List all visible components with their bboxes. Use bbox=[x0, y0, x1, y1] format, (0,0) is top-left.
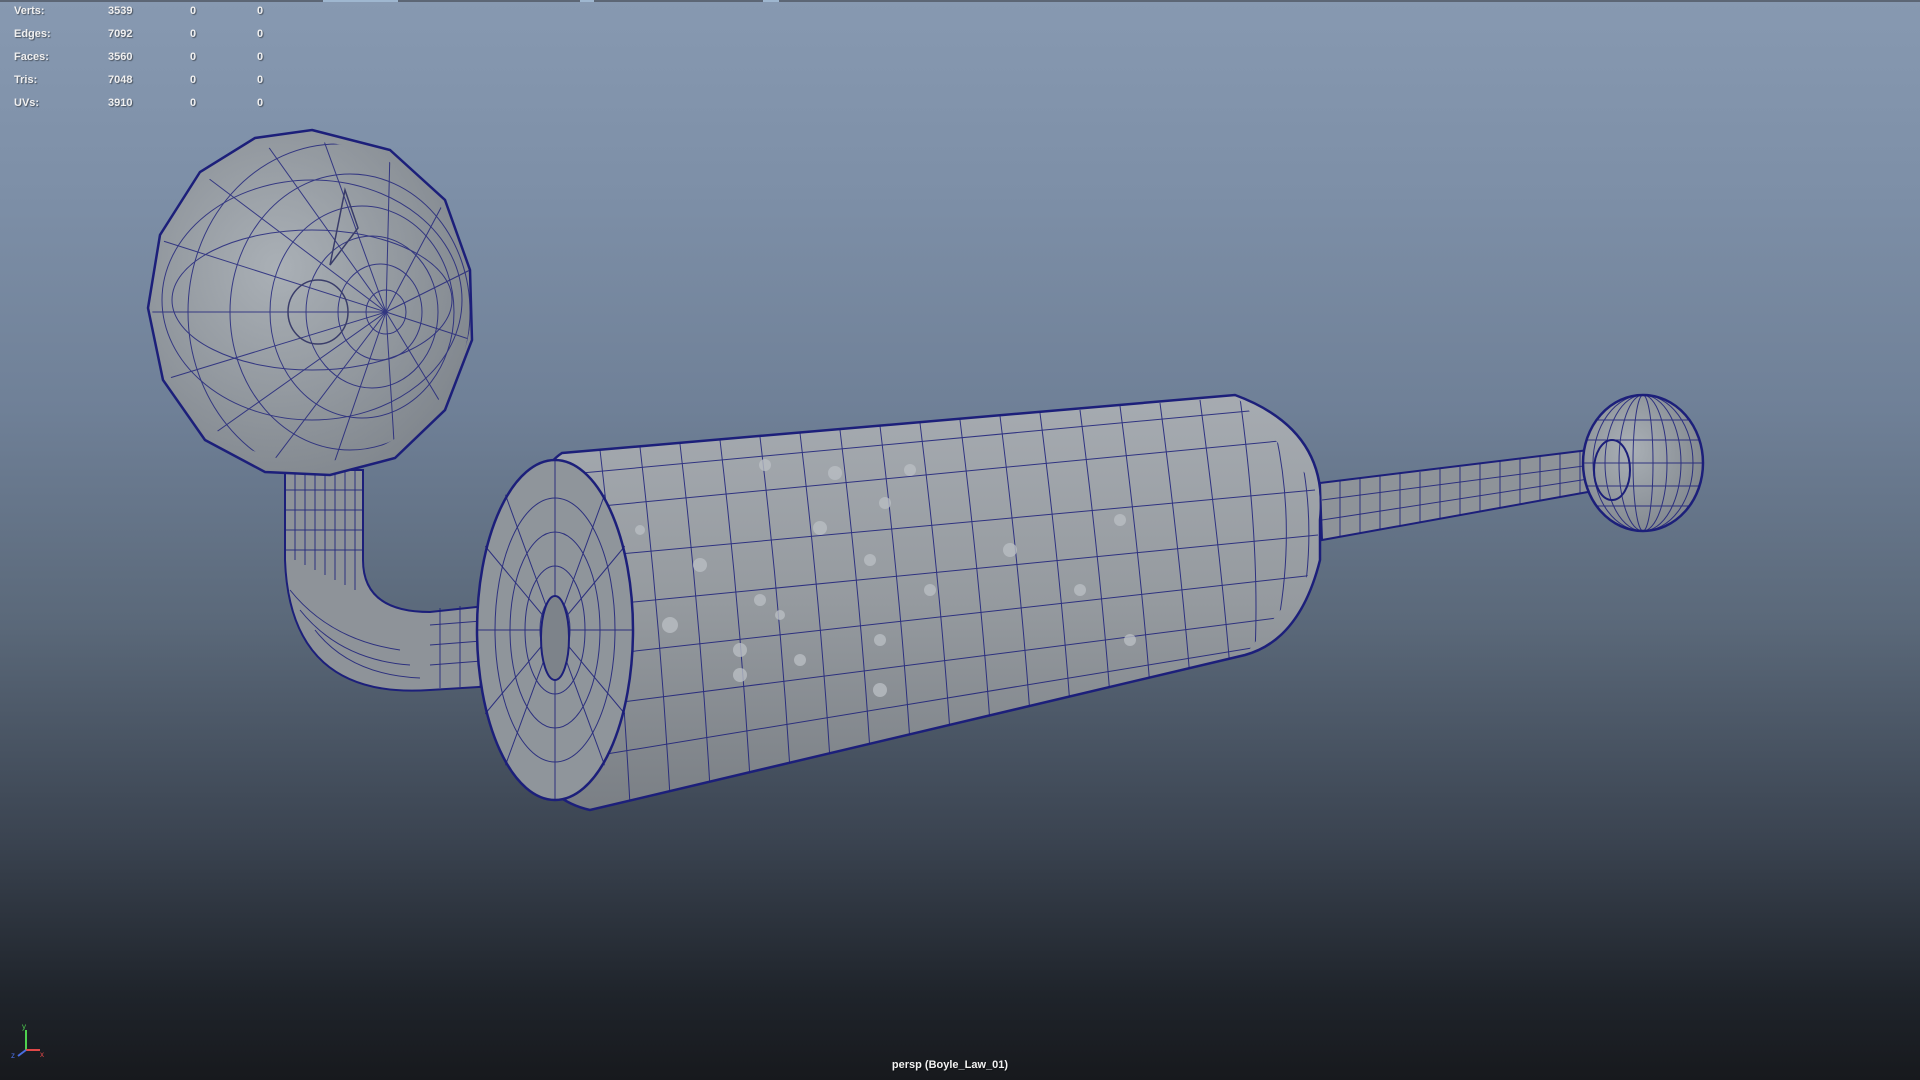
pressure-gauge-sphere[interactable] bbox=[146, 128, 488, 480]
axis-y-label: y bbox=[22, 1022, 26, 1031]
hud-label: Edges: bbox=[14, 28, 51, 40]
piston-knob[interactable] bbox=[1581, 393, 1705, 533]
camera-name-label: persp (Boyle_Law_01) bbox=[891, 1059, 1009, 1071]
hud-value: 0 bbox=[257, 97, 264, 109]
hud-value: 3560 bbox=[108, 51, 133, 63]
hud-value: 0 bbox=[257, 51, 264, 63]
hud-value: 7048 bbox=[108, 74, 133, 86]
cylinder-barrel[interactable] bbox=[515, 393, 1323, 812]
hud-value: 0 bbox=[257, 28, 264, 40]
axis-x-label: x bbox=[40, 1050, 44, 1059]
hud-value: 0 bbox=[190, 5, 197, 17]
hud-value: 0 bbox=[190, 51, 197, 63]
wireframe-scene[interactable] bbox=[0, 0, 1920, 1080]
axis-gizmo-icon: y x z bbox=[11, 1022, 44, 1060]
maya-viewport[interactable]: Verts: 3539 0 0 Edges: 7092 0 0 Faces: 3… bbox=[0, 0, 1920, 1080]
hud-label: Verts: bbox=[14, 5, 45, 17]
hud-value: 7092 bbox=[108, 28, 133, 40]
piston-rod[interactable] bbox=[1318, 446, 1612, 542]
hud-value: 0 bbox=[257, 74, 264, 86]
hud-label: Tris: bbox=[14, 74, 38, 86]
cylinder-end-cap[interactable] bbox=[475, 458, 635, 802]
hud-label: Faces: bbox=[14, 51, 49, 63]
hud-value: 0 bbox=[190, 97, 197, 109]
hud-value: 3539 bbox=[108, 5, 133, 17]
hud-label: UVs: bbox=[14, 97, 40, 109]
hud-value: 0 bbox=[257, 5, 264, 17]
hud-value: 3910 bbox=[108, 97, 133, 109]
hud-value: 0 bbox=[190, 74, 197, 86]
hud-value: 0 bbox=[190, 28, 197, 40]
